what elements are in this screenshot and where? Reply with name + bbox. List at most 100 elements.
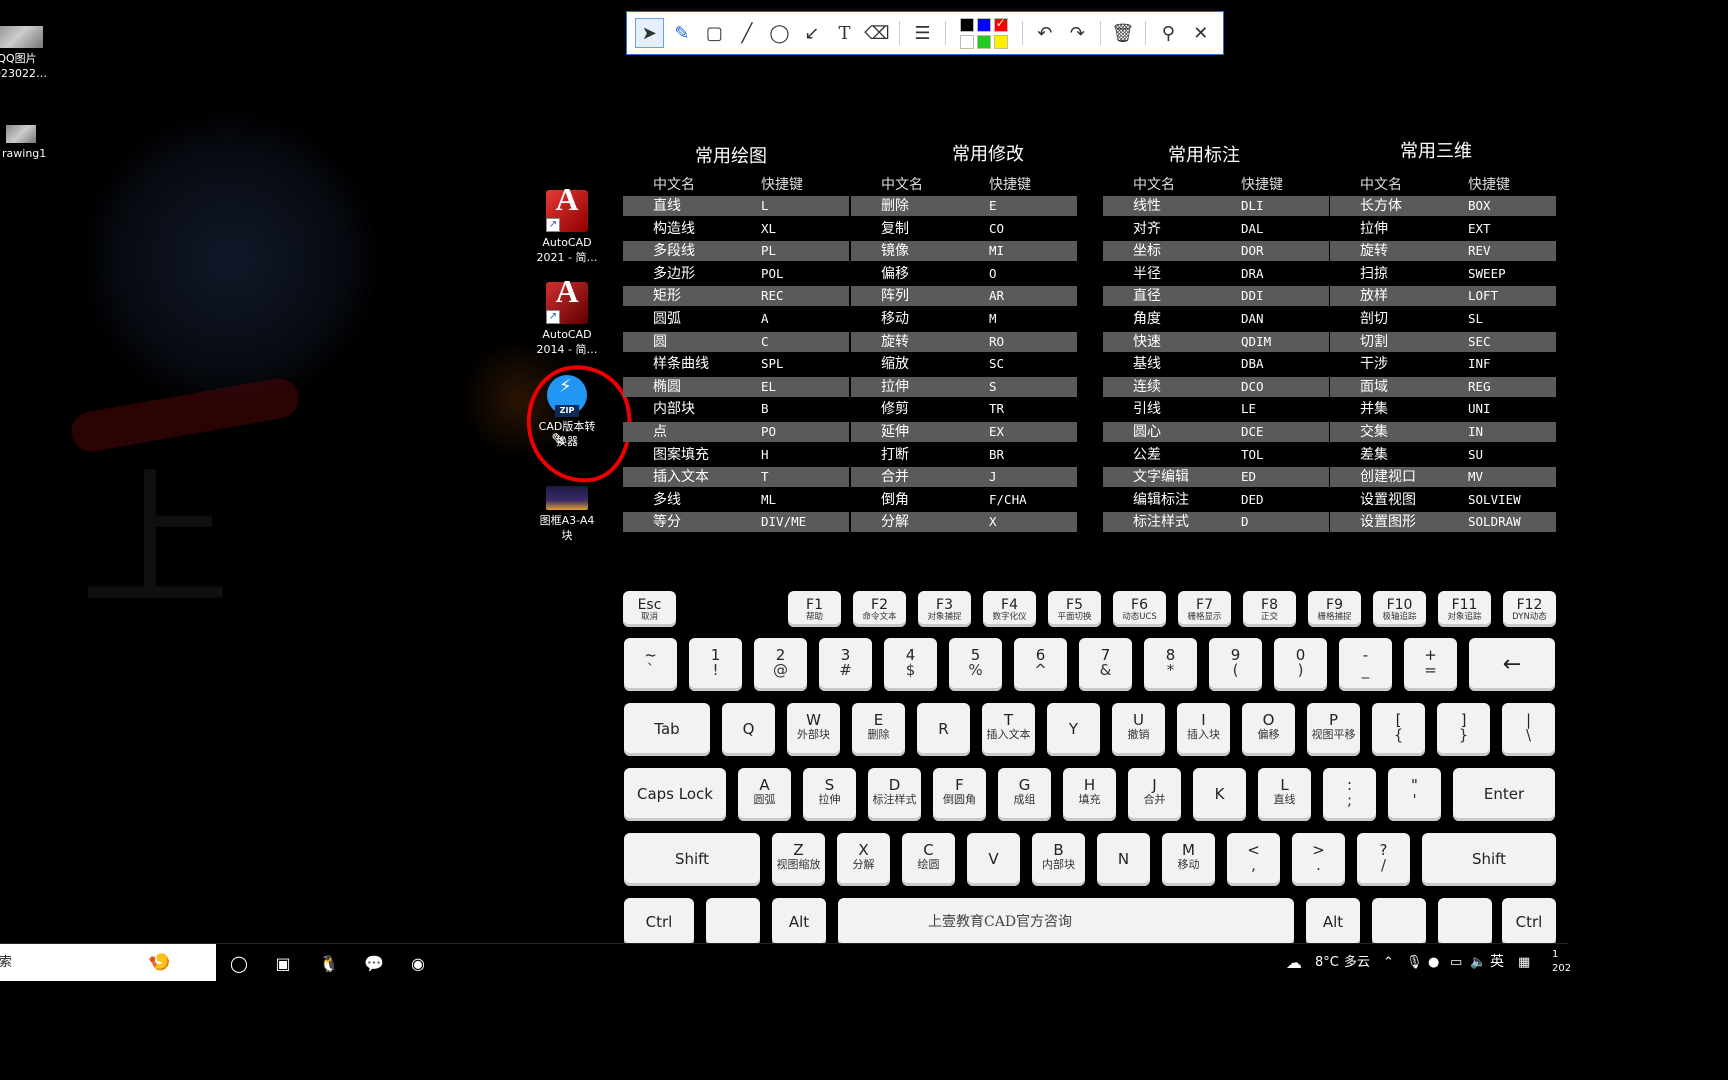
color-swatch[interactable] <box>959 34 974 49</box>
pen-icon[interactable]: ✎ <box>668 18 697 48</box>
color-swatch[interactable] <box>976 34 991 49</box>
key-label: Shift <box>674 850 710 868</box>
command-shortcut: ED <box>1241 469 1257 485</box>
command-shortcut: SEC <box>1468 333 1491 349</box>
eraser-icon[interactable]: ⌫ <box>863 18 892 48</box>
command-name: 修剪 <box>881 401 909 418</box>
key-f2: F2 命令文本 <box>853 591 906 627</box>
key-label: F1 <box>806 597 823 613</box>
desktop-icon-frame-block[interactable]: 图框A3-A4 块 <box>532 486 602 543</box>
key-label: Tab <box>654 720 680 738</box>
line-width-icon[interactable]: ☰ <box>908 18 937 48</box>
table-row: 公差 TOL <box>1103 445 1329 465</box>
key-capslock: Caps Lock <box>624 768 726 821</box>
cortana-icon[interactable]: ◯ <box>226 950 252 976</box>
toolbar-divider <box>899 21 901 45</box>
volume-icon[interactable]: 🔈 <box>1470 944 1486 981</box>
wechat-tray-icon[interactable]: ● <box>1428 944 1439 981</box>
table-row: 旋转 RO <box>851 331 1077 352</box>
line-icon[interactable]: ╱ <box>733 18 762 48</box>
trash-icon[interactable]: 🗑 <box>1109 18 1138 48</box>
key-enter: Enter <box>1453 768 1555 821</box>
key-label: S <box>824 776 835 794</box>
select-arrow-icon[interactable]: ➤ <box>635 18 664 48</box>
table-row: 线性 DLI <box>1103 196 1329 216</box>
key-8: 8 * <box>1144 638 1197 691</box>
desktop-icon-qq-image[interactable]: QQ图片 2023022… <box>0 26 52 81</box>
close-icon[interactable]: ✕ <box>1187 18 1216 48</box>
network-icon[interactable]: ▭ <box>1450 944 1462 981</box>
key-sublabel: 对象追踪 <box>1447 612 1482 622</box>
desktop-icon-autocad-2014[interactable]: A ↗ AutoCAD 2014 - 简… <box>532 275 602 357</box>
arrow-icon[interactable]: ↙ <box>798 18 827 48</box>
chrome-icon[interactable]: ◉ <box>405 950 431 976</box>
command-name: 多线 <box>653 491 681 508</box>
command-name: 编辑标注 <box>1133 491 1189 508</box>
key-g: G 成组 <box>998 768 1051 821</box>
redo-icon[interactable]: ↷ <box>1063 18 1092 48</box>
table-row: 设置视图 SOLVIEW <box>1330 490 1556 510</box>
color-swatch[interactable] <box>976 17 991 32</box>
rectangle-icon[interactable]: ▢ <box>700 18 729 48</box>
command-shortcut: A <box>761 310 769 326</box>
key-sublabel: DYN动态 <box>1512 612 1547 622</box>
command-name: 快速 <box>1133 333 1161 350</box>
key-6: 6 ^ <box>1014 638 1067 691</box>
table-row: 图案填充 H <box>623 445 849 465</box>
key-w: W 外部块 <box>787 703 840 756</box>
command-shortcut: LE <box>1241 401 1257 417</box>
taskbar-search-box[interactable]: 搜索 🍤 <box>0 944 216 981</box>
ime-indicator[interactable]: 英 <box>1490 944 1504 981</box>
key-f4: F4 数字化仪 <box>983 591 1036 627</box>
key-label: 0 <box>1295 646 1306 664</box>
key-label: F7 <box>1196 597 1213 613</box>
key-alt: Alt <box>1306 898 1360 943</box>
circle-icon[interactable]: ◯ <box>765 18 794 48</box>
command-name: 直线 <box>653 198 681 214</box>
weather-desc[interactable]: 多云 <box>1344 944 1370 981</box>
undo-icon[interactable]: ↶ <box>1031 18 1060 48</box>
command-shortcut: QDIM <box>1241 333 1272 349</box>
command-shortcut: DDI <box>1241 288 1264 304</box>
key-label: ? <box>1379 841 1388 859</box>
command-shortcut: PL <box>761 243 777 259</box>
table-row: 修剪 TR <box>851 399 1077 419</box>
key-sublabel: 帮助 <box>805 612 823 622</box>
weather-temp[interactable]: 8°C <box>1315 944 1339 981</box>
command-shortcut: DLI <box>1241 198 1264 213</box>
command-name: 偏移 <box>881 265 909 282</box>
command-shortcut: BOX <box>1468 198 1491 213</box>
text-icon[interactable]: T <box>830 18 859 48</box>
key-symbol: ? / <box>1357 833 1410 886</box>
table-row: 镜像 MI <box>851 241 1077 262</box>
key-sublabel: 撤销 <box>1127 728 1150 741</box>
search-icon[interactable]: ⚲ <box>1154 18 1183 48</box>
command-shortcut: DOR <box>1241 243 1264 259</box>
task-view-icon[interactable]: ▣ <box>270 950 296 976</box>
microphone-icon[interactable]: 🎙 <box>1406 944 1423 981</box>
command-shortcut: MV <box>1468 469 1484 485</box>
key-c: C 绘圆 <box>902 833 955 886</box>
desktop-icon-autocad-2021[interactable]: A ↗ AutoCAD 2021 - 简… <box>532 183 602 265</box>
key-label: O <box>1262 711 1275 729</box>
clock[interactable]: 1 202 <box>1552 948 1571 985</box>
key-label: F12 <box>1516 597 1543 613</box>
calendar-icon[interactable]: ▦ <box>1518 944 1530 981</box>
key-k: K <box>1193 768 1246 821</box>
command-shortcut: REG <box>1468 378 1491 394</box>
key-sublabel: ; <box>1346 791 1353 809</box>
wechat-icon[interactable]: 💬 <box>361 950 387 976</box>
table-row: 标注样式 D <box>1103 512 1329 533</box>
desktop-icon-label: AutoCAD 2021 - 简… <box>536 236 598 264</box>
qq-icon[interactable]: 🐧 <box>316 950 342 976</box>
tray-expand-icon[interactable]: ⌃ <box>1383 944 1394 981</box>
command-shortcut: H <box>761 446 769 462</box>
color-swatch[interactable] <box>993 34 1008 49</box>
table-title: 常用修改 <box>952 144 1024 165</box>
table-row: 阵列 AR <box>851 286 1077 307</box>
color-swatch[interactable] <box>959 17 974 32</box>
desktop-icon-drawing1[interactable]: rawing1 <box>0 125 46 161</box>
color-swatch[interactable] <box>993 16 1008 32</box>
col-header-name: 中文名 <box>881 177 923 193</box>
key-label: 2 <box>775 646 786 664</box>
